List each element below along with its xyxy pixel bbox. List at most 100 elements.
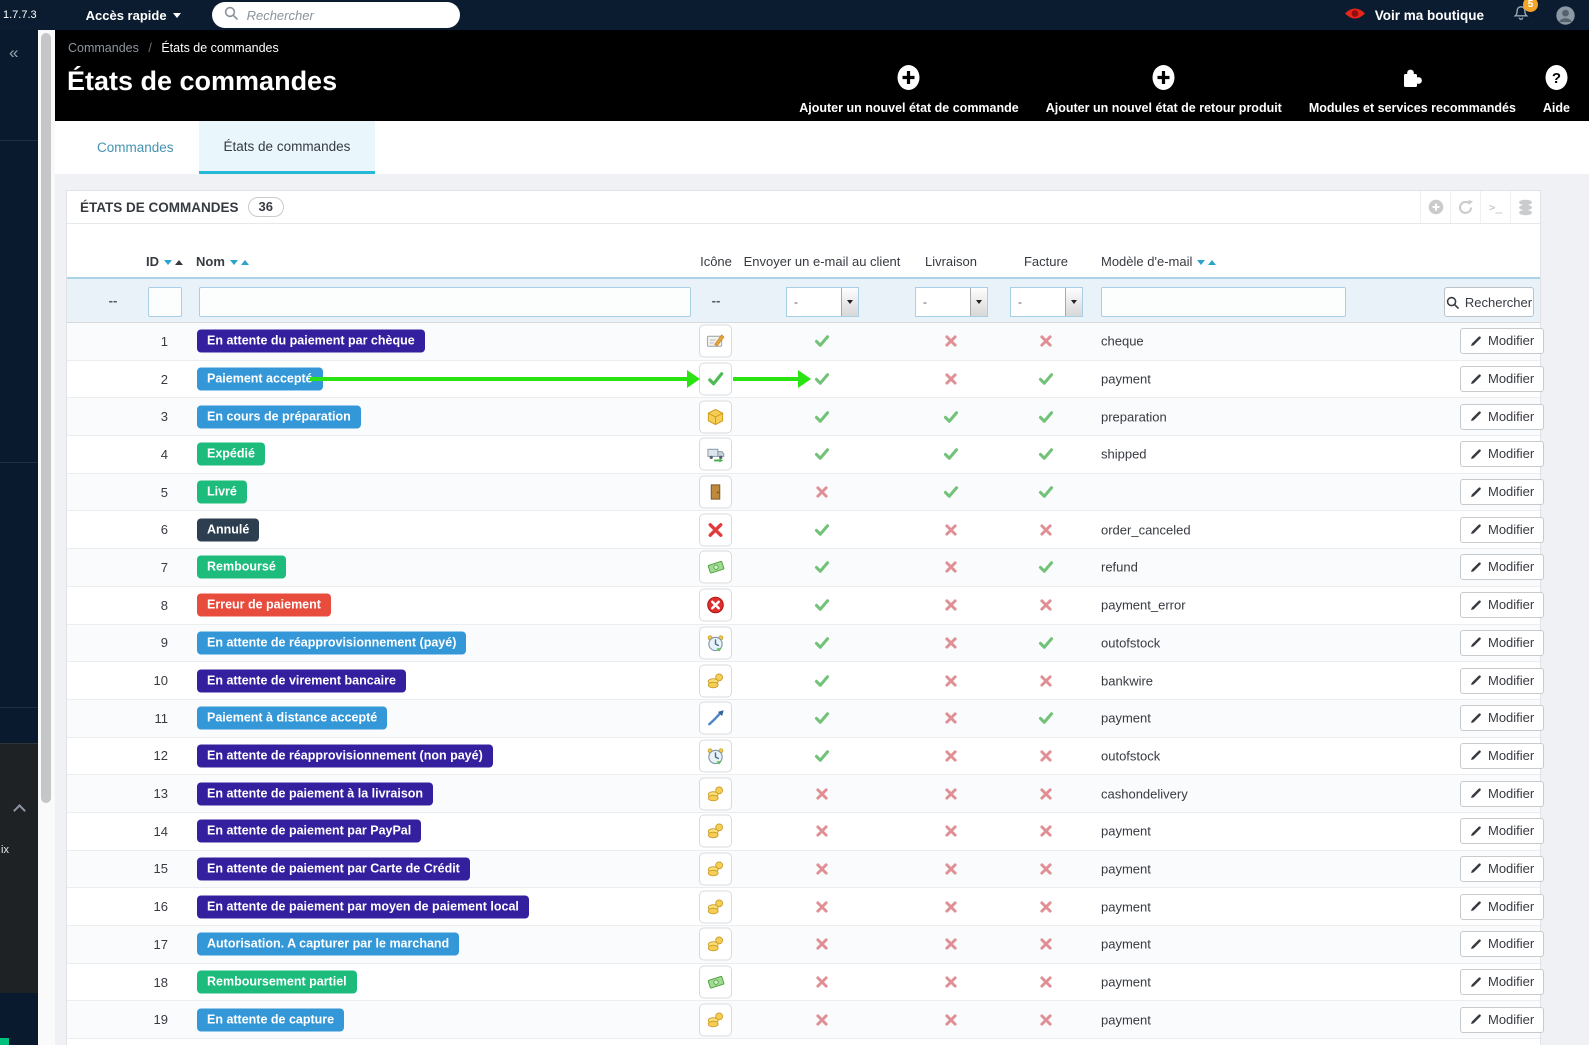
sidebar-collapsed: « ix — [0, 30, 38, 1045]
plus-circle-icon — [1150, 64, 1177, 94]
refresh-icon[interactable] — [1450, 191, 1480, 223]
filter-name-input[interactable] — [199, 287, 691, 317]
help-button[interactable]: ? Aide — [1543, 64, 1570, 115]
status-row: 14En attente de paiement par PayPalpayme… — [67, 813, 1540, 851]
status-row: 12En attente de réapprovisionnement (non… — [67, 738, 1540, 776]
cross-icon — [944, 334, 959, 349]
sort-asc-icon[interactable] — [241, 260, 249, 265]
sort-desc-icon[interactable] — [1197, 260, 1205, 265]
edit-button[interactable]: Modifier — [1460, 705, 1544, 731]
cross-icon — [815, 1012, 830, 1027]
tab-bar: Commandes États de commandes — [55, 121, 1589, 174]
column-name[interactable]: Nom — [196, 254, 249, 269]
edit-button[interactable]: Modifier — [1460, 668, 1544, 694]
status-row: 10En attente de virement bancairebankwir… — [67, 662, 1540, 700]
edit-button[interactable]: Modifier — [1460, 969, 1544, 995]
filter-delivery-select[interactable]: - — [915, 287, 988, 317]
column-template[interactable]: Modèle d'e-mail — [1101, 254, 1216, 269]
add-order-status-button[interactable]: Ajouter un nouvel état de commande — [799, 64, 1018, 115]
status-row: 17Autorisation. A capturer par le marcha… — [67, 926, 1540, 964]
edit-label: Modifier — [1488, 748, 1534, 763]
page-header: Commandes / États de commandes États de … — [55, 30, 1589, 121]
status-id: 11 — [107, 700, 168, 737]
edit-button[interactable]: Modifier — [1460, 856, 1544, 882]
edit-button[interactable]: Modifier — [1460, 781, 1544, 807]
terminal-icon[interactable]: >_ — [1480, 191, 1510, 223]
status-id: 1 — [107, 323, 168, 360]
search-input[interactable] — [247, 8, 427, 23]
status-table-body: 1En attente du paiement par chèquecheque… — [67, 323, 1540, 1039]
edit-button[interactable]: Modifier — [1460, 554, 1544, 580]
highlight-arrow — [733, 370, 811, 388]
cross-icon — [944, 824, 959, 839]
profile-avatar[interactable] — [1555, 5, 1576, 26]
filter-invoice-select[interactable]: - — [1010, 287, 1083, 317]
edit-button[interactable]: Modifier — [1460, 441, 1544, 467]
edit-button[interactable]: Modifier — [1460, 894, 1544, 920]
tab-commandes[interactable]: Commandes — [72, 121, 199, 174]
tab-etats-de-commandes[interactable]: États de commandes — [199, 121, 376, 174]
edit-button[interactable]: Modifier — [1460, 404, 1544, 430]
sql-manager-icon[interactable] — [1510, 191, 1540, 223]
search-label: Rechercher — [1465, 295, 1532, 310]
sort-desc-icon[interactable] — [164, 260, 172, 265]
sort-asc-icon[interactable] — [1208, 260, 1216, 265]
edit-button[interactable]: Modifier — [1460, 517, 1544, 543]
status-badge: Paiement accepté — [197, 368, 323, 391]
filter-template-input[interactable] — [1101, 287, 1346, 317]
check-icon — [1038, 634, 1055, 651]
quick-access-menu[interactable]: Accès rapide — [86, 8, 181, 23]
filter-email-select[interactable]: - — [786, 287, 859, 317]
email-template: preparation — [1101, 409, 1167, 424]
recommended-modules-button[interactable]: Modules et services recommandés — [1309, 65, 1516, 115]
email-template: shipped — [1101, 447, 1147, 462]
edit-label: Modifier — [1488, 371, 1534, 386]
cross-icon — [944, 975, 959, 990]
edit-button[interactable]: Modifier — [1460, 366, 1544, 392]
email-template: payment — [1101, 1012, 1151, 1027]
add-icon[interactable] — [1420, 191, 1450, 223]
chevron-up-icon[interactable] — [13, 804, 26, 817]
page-body: ÉTATS DE COMMANDES 36 >_ — [55, 174, 1589, 1045]
status-row: 3En cours de préparationpreparationModif… — [67, 398, 1540, 436]
scrollbar-thumb[interactable] — [41, 33, 51, 803]
add-return-status-button[interactable]: Ajouter un nouvel état de retour produit — [1046, 64, 1282, 115]
column-id[interactable]: ID — [146, 254, 183, 269]
email-template: refund — [1101, 560, 1138, 575]
status-badge: Remboursement partiel — [197, 971, 357, 994]
edit-label: Modifier — [1488, 559, 1534, 574]
edit-button[interactable]: Modifier — [1460, 592, 1544, 618]
svg-text:?: ? — [1552, 70, 1561, 87]
coins-icon — [699, 928, 732, 961]
sort-desc-icon[interactable] — [230, 260, 238, 265]
edit-button[interactable]: Modifier — [1460, 931, 1544, 957]
notifications-button[interactable]: 5 — [1511, 3, 1531, 28]
status-id: 5 — [107, 474, 168, 511]
sort-asc-icon[interactable] — [175, 260, 183, 265]
edit-button[interactable]: Modifier — [1460, 328, 1544, 354]
cross-icon — [1039, 334, 1054, 349]
status-id: 7 — [107, 549, 168, 586]
edit-button[interactable]: Modifier — [1460, 479, 1544, 505]
edit-button[interactable]: Modifier — [1460, 818, 1544, 844]
sidebar-collapse-button[interactable]: « — [9, 43, 16, 63]
view-shop-link[interactable]: Voir ma boutique — [1344, 6, 1484, 24]
chevron-down-icon — [173, 13, 181, 18]
filter-id-input[interactable] — [148, 287, 182, 317]
check-icon — [1038, 446, 1055, 463]
eye-icon — [1344, 6, 1366, 24]
edit-button[interactable]: Modifier — [1460, 743, 1544, 769]
breadcrumb-parent[interactable]: Commandes — [68, 41, 139, 55]
edit-button[interactable]: Modifier — [1460, 630, 1544, 656]
filter-dash: -- — [712, 293, 721, 308]
filter-search-button[interactable]: Rechercher — [1444, 287, 1534, 317]
edit-button[interactable]: Modifier — [1460, 1007, 1544, 1033]
status-badge: En attente de réapprovisionnement (payé) — [197, 631, 466, 654]
global-search[interactable] — [212, 2, 460, 28]
email-template: payment — [1101, 899, 1151, 914]
status-row: 16En attente de paiement par moyen de pa… — [67, 888, 1540, 926]
vertical-scrollbar — [38, 30, 55, 1045]
check-icon — [814, 597, 831, 614]
check-icon — [814, 371, 831, 388]
column-email: Envoyer un e-mail au client — [744, 254, 901, 269]
